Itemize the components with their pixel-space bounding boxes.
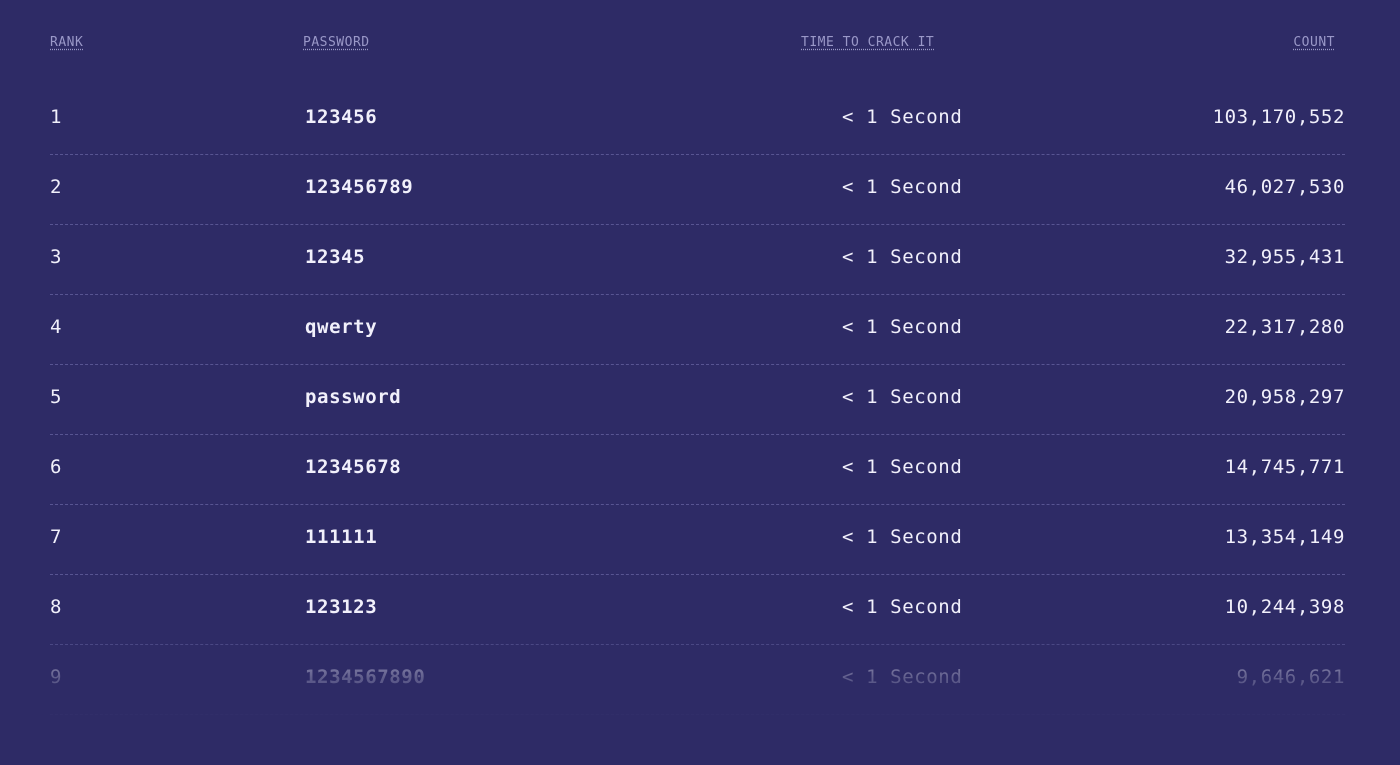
table-row: 6 12345678 < 1 Second 14,745,771 [50,435,1345,505]
table-row: 1 123456 < 1 Second 103,170,552 [50,85,1345,155]
rank-cell: 7 [50,526,63,548]
password-column-header[interactable]: PASSWORD [303,35,370,50]
rank-cell: 5 [50,386,63,408]
table-row: 8 123123 < 1 Second 10,244,398 [50,575,1345,645]
time-cell: < 1 Second [842,456,963,478]
time-cell: < 1 Second [842,666,963,688]
rank-cell: 8 [50,596,63,618]
rank-cell: 4 [50,316,63,338]
count-cell: 14,745,771 [1224,456,1345,478]
password-cell: qwerty [305,316,378,338]
count-column-header[interactable]: COUNT [1293,35,1335,50]
password-table: RANK PASSWORD TIME TO CRACK IT COUNT 1 1… [50,0,1345,715]
time-cell: < 1 Second [842,316,963,338]
table-row: 7 111111 < 1 Second 13,354,149 [50,505,1345,575]
password-cell: password [305,386,402,408]
password-cell: 123456789 [305,176,414,198]
password-cell: 111111 [305,526,378,548]
rank-cell: 3 [50,246,63,268]
count-cell: 46,027,530 [1224,176,1345,198]
table-row: 4 qwerty < 1 Second 22,317,280 [50,295,1345,365]
time-cell: < 1 Second [842,596,963,618]
time-cell: < 1 Second [842,386,963,408]
password-cell: 123123 [305,596,378,618]
time-cell: < 1 Second [842,106,963,128]
rank-cell: 1 [50,106,63,128]
count-cell: 10,244,398 [1224,596,1345,618]
count-cell: 20,958,297 [1224,386,1345,408]
password-cell: 12345 [305,246,366,268]
password-cell: 1234567890 [305,666,426,688]
table-row: 2 123456789 < 1 Second 46,027,530 [50,155,1345,225]
count-cell: 9,646,621 [1236,666,1345,688]
count-cell: 32,955,431 [1224,246,1345,268]
table-body: 1 123456 < 1 Second 103,170,552 2 123456… [50,85,1345,715]
rank-cell: 9 [50,666,63,688]
count-cell: 22,317,280 [1224,316,1345,338]
rank-column-header[interactable]: RANK [50,35,83,50]
table-row: 9 1234567890 < 1 Second 9,646,621 [50,645,1345,715]
rank-cell: 2 [50,176,63,198]
time-cell: < 1 Second [842,526,963,548]
table-row: 3 12345 < 1 Second 32,955,431 [50,225,1345,295]
count-cell: 103,170,552 [1212,106,1345,128]
password-cell: 12345678 [305,456,402,478]
count-cell: 13,354,149 [1224,526,1345,548]
time-to-crack-column-header[interactable]: TIME TO CRACK IT [801,35,934,50]
time-cell: < 1 Second [842,176,963,198]
table-row: 5 password < 1 Second 20,958,297 [50,365,1345,435]
rank-cell: 6 [50,456,63,478]
time-cell: < 1 Second [842,246,963,268]
password-cell: 123456 [305,106,378,128]
table-header: RANK PASSWORD TIME TO CRACK IT COUNT [50,0,1345,85]
